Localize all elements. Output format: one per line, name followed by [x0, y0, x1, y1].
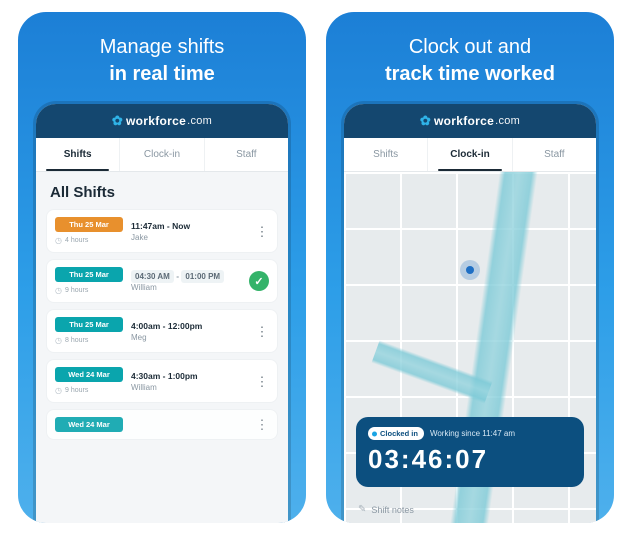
check-icon[interactable]: ✓ [249, 271, 269, 291]
tab-staff[interactable]: Staff [513, 138, 596, 171]
section-title: All Shifts [36, 172, 288, 209]
brand-suffix: .com [495, 115, 520, 127]
clock-icon: ◷ [55, 236, 62, 245]
date-badge: Thu 25 Mar [55, 317, 123, 332]
time-range: 4:00am - 12:00pm [131, 321, 247, 331]
marketing-heading-left: Manage shifts in real time [100, 34, 225, 88]
date-badge: Thu 25 Mar [55, 217, 123, 232]
time-range: 11:47am - Now [131, 221, 247, 231]
pencil-icon: ✎ [358, 504, 366, 515]
tab-clockin[interactable]: Clock-in [120, 138, 204, 171]
map-area[interactable]: Clocked in Working since 11:47 am 03:46:… [344, 172, 596, 523]
date-badge: Wed 24 Mar [55, 417, 123, 432]
tab-staff[interactable]: Staff [205, 138, 288, 171]
hours-label: ◷8 hours [55, 336, 123, 345]
shift-row[interactable]: Wed 24 Mar ◷9 hours 4:30am - 1:00pm Will… [46, 359, 278, 403]
shift-row[interactable]: Thu 25 Mar ◷9 hours 04:30 AM - 01:00 PM … [46, 259, 278, 303]
hours-label: ◷4 hours [55, 236, 123, 245]
person-name: William [131, 383, 247, 392]
shift-notes-button[interactable]: ✎ Shift notes [358, 504, 414, 515]
brand-name: workforce [126, 114, 186, 128]
brand-glyph-icon: ✿ [420, 113, 431, 129]
date-badge: Thu 25 Mar [55, 267, 123, 282]
kebab-icon[interactable]: ⋮ [255, 225, 269, 238]
shift-row[interactable]: Wed 24 Mar ⋮ [46, 409, 278, 440]
time-range: 04:30 AM - 01:00 PM [131, 271, 241, 281]
timer-value: 03:46:07 [368, 444, 572, 475]
promo-card-left: Manage shifts in real time ✿ workforce .… [18, 12, 306, 523]
brand-glyph-icon: ✿ [112, 113, 123, 129]
kebab-icon[interactable]: ⋮ [255, 418, 269, 431]
brand-suffix: .com [187, 115, 212, 127]
working-since-label: Working since 11:47 am [430, 429, 515, 438]
tab-bar: Shifts Clock-in Staff [36, 138, 288, 172]
tab-bar: Shifts Clock-in Staff [344, 138, 596, 172]
phone-mock-left: ✿ workforce .com Shifts Clock-in Staff A… [36, 104, 288, 523]
person-name: William [131, 283, 241, 292]
shift-list[interactable]: Thu 25 Mar ◷4 hours 11:47am - Now Jake ⋮… [36, 209, 288, 450]
tab-shifts[interactable]: Shifts [344, 138, 428, 171]
brand-bar: ✿ workforce .com [36, 104, 288, 138]
marketing-line2: in real time [100, 61, 225, 88]
kebab-icon[interactable]: ⋮ [255, 325, 269, 338]
hours-label: ◷9 hours [55, 386, 123, 395]
location-pin-icon [460, 260, 480, 280]
marketing-line2: track time worked [385, 61, 555, 88]
phone-mock-right: ✿ workforce .com Shifts Clock-in Staff C… [344, 104, 596, 523]
marketing-line1: Clock out and [385, 34, 555, 61]
date-badge: Wed 24 Mar [55, 367, 123, 382]
brand-name: workforce [434, 114, 494, 128]
clock-icon: ◷ [55, 386, 62, 395]
shift-row[interactable]: Thu 25 Mar ◷4 hours 11:47am - Now Jake ⋮ [46, 209, 278, 253]
promo-card-right: Clock out and track time worked ✿ workfo… [326, 12, 614, 523]
hours-label: ◷9 hours [55, 286, 123, 295]
kebab-icon[interactable]: ⋮ [255, 375, 269, 388]
status-pill: Clocked in [368, 427, 424, 440]
tab-shifts[interactable]: Shifts [36, 138, 120, 171]
clock-icon: ◷ [55, 336, 62, 345]
person-name: Jake [131, 233, 247, 242]
timer-card[interactable]: Clocked in Working since 11:47 am 03:46:… [356, 417, 584, 487]
clock-icon: ◷ [55, 286, 62, 295]
tab-clockin[interactable]: Clock-in [428, 138, 512, 171]
marketing-line1: Manage shifts [100, 34, 225, 61]
time-range: 4:30am - 1:00pm [131, 371, 247, 381]
brand-bar: ✿ workforce .com [344, 104, 596, 138]
person-name: Meg [131, 333, 247, 342]
shift-row[interactable]: Thu 25 Mar ◷8 hours 4:00am - 12:00pm Meg… [46, 309, 278, 353]
marketing-heading-right: Clock out and track time worked [385, 34, 555, 88]
